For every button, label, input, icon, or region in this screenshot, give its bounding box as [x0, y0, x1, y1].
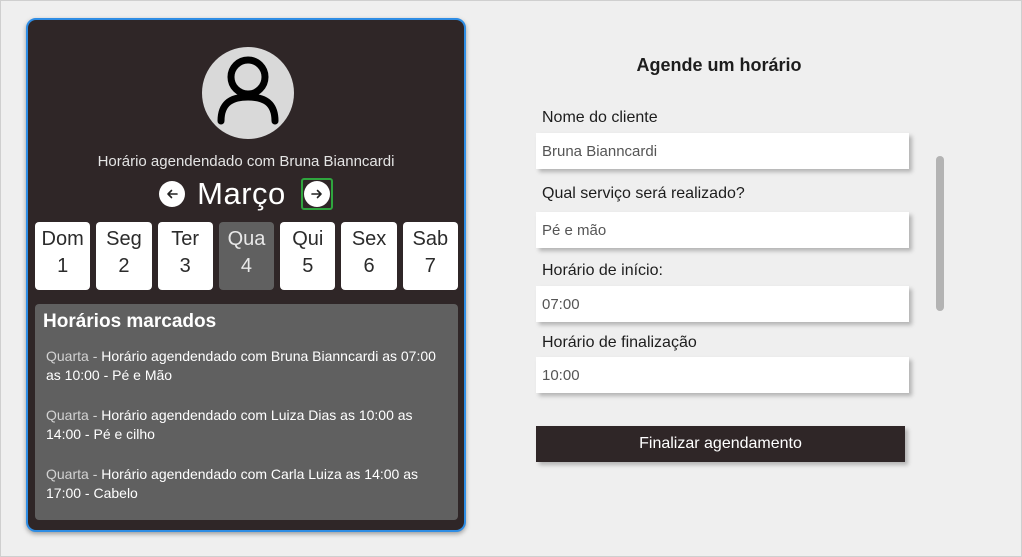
day-saturday[interactable]: Sab 7: [402, 222, 458, 290]
day-number: 2: [118, 255, 130, 277]
arrow-right-icon: [311, 189, 322, 199]
day-tuesday[interactable]: Ter 3: [157, 222, 213, 290]
day-name: Ter: [171, 228, 200, 250]
day-monday[interactable]: Seg 2: [96, 222, 152, 290]
list-item[interactable]: Quarta - Horário agendendado com Luiza D…: [46, 406, 441, 444]
day-wednesday[interactable]: Qua 4: [218, 222, 275, 290]
day-thursday[interactable]: Qui 5: [280, 222, 336, 290]
arrow-left-icon: [167, 189, 178, 199]
prev-month-button[interactable]: [159, 181, 186, 207]
finish-booking-button[interactable]: Finalizar agendamento: [536, 426, 905, 462]
booked-title: Horários marcados: [43, 311, 217, 332]
professional-card: Horário agendendado com Bruna Bianncardi…: [26, 18, 466, 532]
booked-appointments-panel: Horários marcados Quarta - Horário agend…: [35, 304, 458, 520]
start-time-input[interactable]: [536, 286, 909, 322]
service-label: Qual serviço será realizado?: [542, 185, 745, 202]
booked-list: Quarta - Horário agendendado com Bruna B…: [46, 347, 441, 503]
next-month-button[interactable]: [303, 181, 330, 207]
booking-weekday: Quarta -: [46, 348, 102, 364]
booking-weekday: Quarta -: [46, 466, 102, 482]
month-navigator: Março: [28, 174, 464, 214]
day-number: 5: [302, 255, 314, 277]
end-time-input[interactable]: [536, 357, 909, 393]
day-number: 1: [57, 255, 69, 277]
day-number: 3: [179, 255, 191, 277]
avatar: [202, 47, 294, 139]
day-name: Dom: [41, 228, 84, 250]
day-name: Qui: [292, 228, 324, 250]
client-name-input[interactable]: [536, 133, 909, 169]
appointment-subtitle: Horário agendendado com Bruna Bianncardi: [97, 153, 395, 170]
user-icon: [217, 56, 279, 125]
list-item[interactable]: Quarta - Horário agendendado com Carla L…: [46, 465, 441, 503]
list-item[interactable]: Quarta - Horário agendendado com Bruna B…: [46, 347, 441, 385]
day-number: 7: [424, 255, 436, 277]
day-name: Sex: [351, 228, 387, 250]
day-friday[interactable]: Sex 6: [341, 222, 397, 290]
booking-text: Horário agendendado com Luiza Dias as 10…: [46, 407, 413, 442]
start-time-label: Horário de início:: [542, 262, 663, 279]
day-name: Sab: [412, 228, 449, 250]
booking-weekday: Quarta -: [46, 407, 102, 423]
day-name: Qua: [227, 228, 266, 250]
end-time-label: Horário de finalização: [542, 334, 697, 351]
scrollbar[interactable]: [936, 156, 944, 311]
client-name-label: Nome do cliente: [542, 109, 658, 126]
day-sunday[interactable]: Dom 1: [35, 222, 91, 290]
service-input[interactable]: [536, 212, 909, 248]
day-number: 6: [363, 255, 375, 277]
week-days: Dom 1 Seg 2 Ter 3 Qua 4 Qui 5 Sex 6 Sab …: [35, 222, 458, 290]
day-name: Seg: [106, 228, 142, 250]
form-title: Agende um horário: [636, 55, 802, 75]
day-number: 4: [240, 255, 253, 277]
next-month-focus-ring: [300, 178, 333, 210]
booking-text: Horário agendendado com Bruna Bianncardi…: [46, 348, 436, 383]
booking-text: Horário agendendado com Carla Luiza as 1…: [46, 466, 419, 501]
month-label: Março: [197, 176, 286, 211]
